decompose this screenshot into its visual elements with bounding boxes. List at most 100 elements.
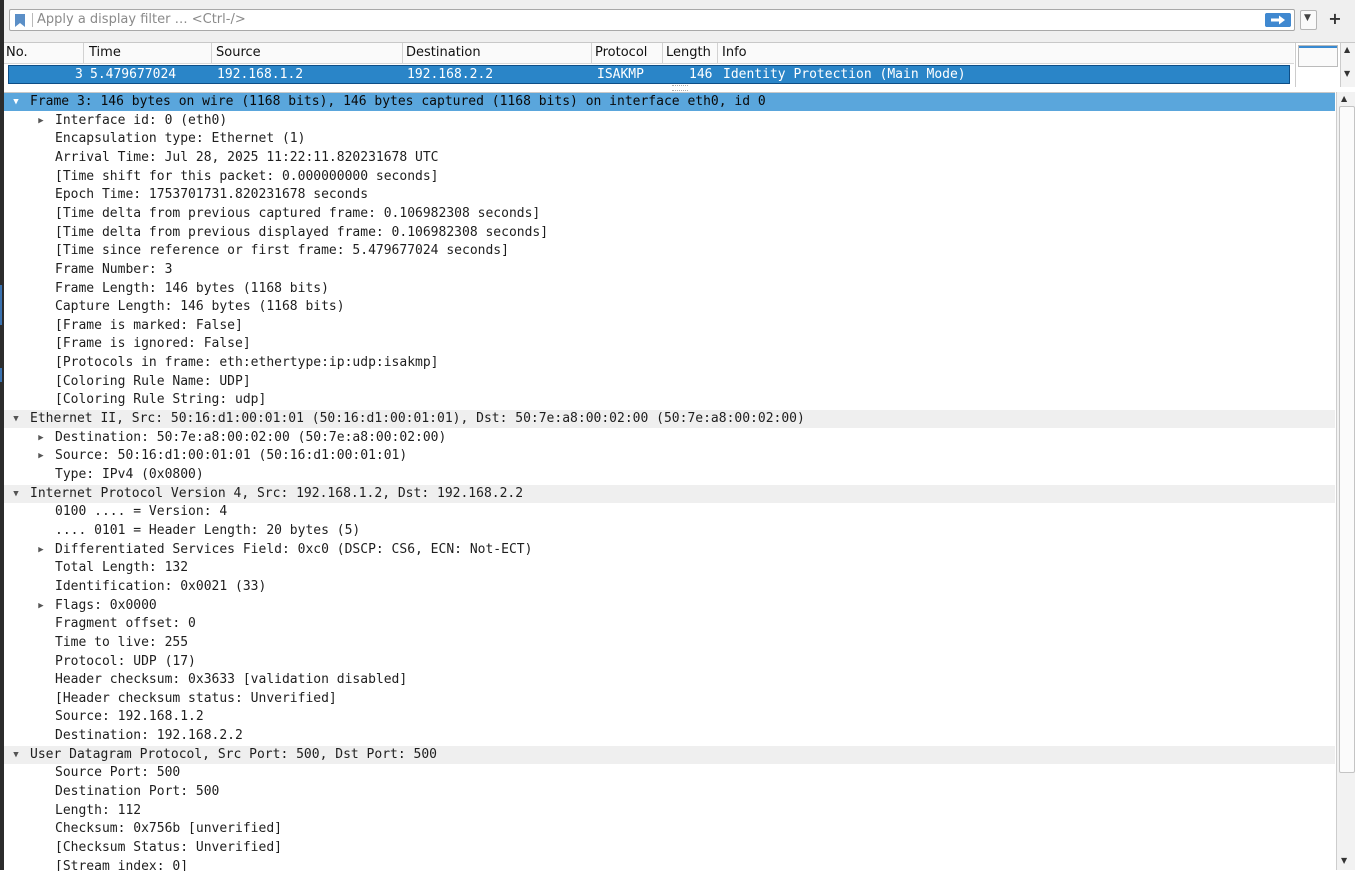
scroll-up-icon[interactable]: ▲ [1344,45,1350,54]
tree-item[interactable]: ▶ Destination: 50:7e:a8:00:02:00 (50:7e:a… [4,429,1335,447]
expand-triangle-icon[interactable]: ▼ [10,410,22,428]
tree-item[interactable]: 0100 .... = Version: 4 [4,503,1335,521]
expand-triangle-icon[interactable]: ▼ [10,93,22,111]
tree-item[interactable]: ▶ Source: 50:16:d1:00:01:01 (50:16:d1:00:… [4,447,1335,465]
tree-item[interactable]: .... 0101 = Header Length: 20 bytes (5) [4,522,1335,540]
tree-item[interactable]: Time to live: 255 [4,634,1335,652]
tree-item-label: [Frame is marked: False] [55,317,243,333]
tree-item-label: 0100 .... = Version: 4 [55,504,228,520]
filter-placeholder: Apply a display filter … <Ctrl-/> [37,12,246,27]
tree-item[interactable]: ▶ Interface id: 0 (eth0) [4,112,1335,130]
tree-item[interactable]: [Time shift for this packet: 0.000000000… [4,168,1335,186]
tree-item[interactable]: [Coloring Rule String: udp] [4,391,1335,409]
tree-item[interactable]: Source Port: 500 [4,764,1335,782]
collapse-triangle-icon[interactable]: ▶ [35,429,47,447]
filter-history-dropdown[interactable]: ▼ [1300,10,1317,30]
tree-section-header[interactable]: ▼ Frame 3: 146 bytes on wire (1168 bits),… [4,93,1335,111]
scroll-down-icon[interactable]: ▼ [1341,856,1347,865]
tree-item[interactable]: [Time delta from previous displayed fram… [4,224,1335,242]
expand-triangle-icon[interactable]: ▼ [10,746,22,764]
tree-item[interactable]: Fragment offset: 0 [4,615,1335,633]
tree-item[interactable]: [Time since reference or first frame: 5.… [4,242,1335,260]
tree-item-label: Time to live: 255 [55,634,189,650]
scroll-up-icon[interactable]: ▲ [1341,94,1347,103]
tree-item[interactable]: Header checksum: 0x3633 [validation disa… [4,671,1335,689]
tree-item[interactable]: [Frame is marked: False] [4,317,1335,335]
column-header-source[interactable]: Source [216,45,261,60]
tree-item[interactable]: Arrival Time: Jul 28, 2025 11:22:11.8202… [4,149,1335,167]
collapse-triangle-icon[interactable]: ▶ [35,597,47,615]
column-separator[interactable] [591,43,592,63]
tree-item[interactable]: Capture Length: 146 bytes (1168 bits) [4,298,1335,316]
tree-section-header[interactable]: ▼ Internet Protocol Version 4, Src: 192.1… [4,484,1335,503]
tree-item[interactable]: ▶ Flags: 0x0000 [4,597,1335,615]
column-separator[interactable] [83,43,84,63]
tree-item[interactable]: Type: IPv4 (0x0800) [4,466,1335,484]
tree-item-label: Encapsulation type: Ethernet (1) [55,131,306,147]
tree-item[interactable]: Destination: 192.168.2.2 [4,727,1335,745]
tree-item[interactable]: [Stream index: 0] [4,858,1335,871]
column-header-destination[interactable]: Destination [406,45,481,60]
tree-item[interactable]: [Coloring Rule Name: UDP] [4,373,1335,391]
tree-item-label: .... 0101 = Header Length: 20 bytes (5) [55,522,361,538]
tree-item[interactable]: [Time delta from previous captured frame… [4,205,1335,223]
tree-item-label: Differentiated Services Field: 0xc0 (DSC… [55,541,533,557]
column-header-protocol[interactable]: Protocol [595,45,647,60]
tree-item-label: [Frame is ignored: False] [55,336,251,352]
tree-item[interactable]: [Protocols in frame: eth:ethertype:ip:ud… [4,354,1335,372]
pane-splitter-handle[interactable] [672,85,688,91]
tree-item[interactable]: [Checksum Status: Unverified] [4,839,1335,857]
apply-filter-arrow-icon[interactable] [1265,13,1291,27]
edge-highlight [0,285,2,325]
tree-item[interactable]: Destination Port: 500 [4,783,1335,801]
expand-triangle-icon[interactable]: ▼ [10,485,22,503]
tree-item-label: Source: 50:16:d1:00:01:01 (50:16:d1:00:0… [55,448,408,464]
packet-list-scrollbar[interactable]: ▲ ▼ [1340,43,1355,87]
tree-item-label: Identification: 0x0021 (33) [55,578,267,594]
edge-highlight [0,368,2,382]
add-filter-button[interactable]: + [1325,8,1345,30]
column-separator[interactable] [662,43,663,63]
tree-section-header[interactable]: ▼ User Datagram Protocol, Src Port: 500, … [4,745,1335,764]
tree-item-label: Type: IPv4 (0x0800) [55,467,204,482]
bookmark-icon[interactable] [12,12,28,28]
packet-protocol: ISAKMP [597,67,644,82]
tree-item-label: [Time shift for this packet: 0.000000000… [55,168,439,184]
details-scrollbar[interactable]: ▲ ▼ [1336,92,1355,870]
minimap-thumb[interactable] [1298,45,1338,67]
column-separator[interactable] [402,43,403,63]
tree-item[interactable]: ▶ Differentiated Services Field: 0xc0 (DS… [4,541,1335,559]
packet-list-header: No. Time Source Destination Protocol Len… [4,43,1294,64]
tree-item[interactable]: Identification: 0x0021 (33) [4,578,1335,596]
column-separator[interactable] [211,43,212,63]
packet-minimap[interactable] [1295,43,1340,87]
tree-item[interactable]: Epoch Time: 1753701731.820231678 seconds [4,186,1335,204]
tree-item-label: Epoch Time: 1753701731.820231678 seconds [55,187,369,203]
tree-item[interactable]: Source: 192.168.1.2 [4,708,1335,726]
tree-item-label: Source: 192.168.1.2 [55,709,204,725]
tree-item[interactable]: Encapsulation type: Ethernet (1) [4,130,1335,148]
tree-item-label: Total Length: 132 [55,560,189,576]
tree-item[interactable]: Frame Length: 146 bytes (1168 bits) [4,280,1335,298]
collapse-triangle-icon[interactable]: ▶ [35,541,47,559]
tree-section-header[interactable]: ▼ Ethernet II, Src: 50:16:d1:00:01:01 (50… [4,410,1335,429]
tree-item[interactable]: Frame Number: 3 [4,261,1335,279]
column-header-no[interactable]: No. [6,45,28,60]
tree-item[interactable]: Total Length: 132 [4,559,1335,577]
tree-item[interactable]: Length: 112 [4,802,1335,820]
display-filter-input[interactable]: Apply a display filter … <Ctrl-/> [9,9,1295,31]
column-header-length[interactable]: Length [666,45,716,60]
scroll-down-icon[interactable]: ▼ [1344,69,1350,78]
column-separator[interactable] [717,43,718,63]
tree-item-label: Destination Port: 500 [55,784,220,800]
scrollbar-thumb[interactable] [1339,106,1355,773]
tree-item[interactable]: Checksum: 0x756b [unverified] [4,820,1335,838]
packet-row-selected[interactable]: 3 5.479677024 192.168.1.2 192.168.2.2 IS… [8,65,1290,84]
column-header-time[interactable]: Time [89,45,121,60]
tree-item[interactable]: [Header checksum status: Unverified] [4,690,1335,708]
column-header-info[interactable]: Info [722,45,747,60]
tree-item[interactable]: Protocol: UDP (17) [4,653,1335,671]
collapse-triangle-icon[interactable]: ▶ [35,112,47,130]
tree-item[interactable]: [Frame is ignored: False] [4,335,1335,353]
collapse-triangle-icon[interactable]: ▶ [35,447,47,465]
